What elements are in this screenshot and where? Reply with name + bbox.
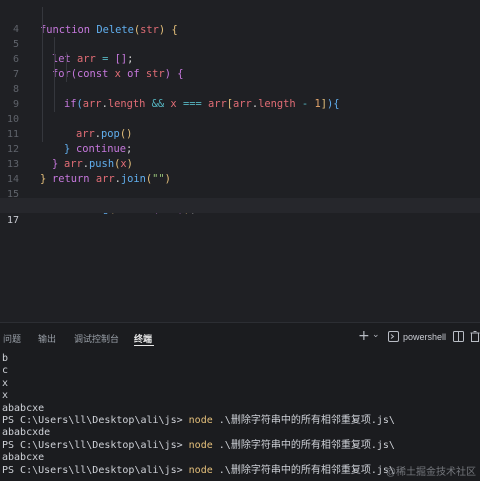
code-line[interactable]: 6 if(arr.length && x === arr[arr.length … bbox=[0, 37, 480, 110]
code-line[interactable]: 15 console.log(Delete(str)); bbox=[0, 172, 480, 215]
chevron-down-icon[interactable]: ⌄ bbox=[372, 330, 380, 340]
split-icon[interactable] bbox=[453, 331, 464, 342]
terminal-command-line: PS C:\Users\ll\Desktop\ali\js> node .\删除… bbox=[2, 414, 395, 426]
trash-icon[interactable] bbox=[470, 331, 480, 342]
code-editor[interactable]: function Delete(str) { 4 let arr = []; 5… bbox=[0, 0, 480, 322]
code-line[interactable]: 5 for(const x of str) { bbox=[0, 22, 480, 80]
code-line[interactable]: 4 let arr = []; bbox=[0, 7, 480, 65]
terminal-line: x bbox=[2, 377, 9, 389]
line-number: 17 bbox=[6, 215, 19, 226]
tab-problems[interactable]: 问题 bbox=[3, 332, 21, 345]
terminal-line: ababcxe bbox=[2, 402, 45, 414]
terminal-line: ababcxde bbox=[2, 427, 51, 439]
code-line-current[interactable]: 17 bbox=[0, 198, 480, 226]
plus-icon[interactable]: + bbox=[358, 328, 370, 344]
terminal-line: c bbox=[2, 365, 9, 377]
shell-name[interactable]: powershell bbox=[403, 332, 446, 342]
code-line[interactable]: 9 } bbox=[0, 82, 480, 155]
code-line[interactable]: 7 arr.pop() bbox=[0, 52, 480, 140]
panel-tabs: 问题 输出 调试控制台 终端 + ⌄ powershell bbox=[0, 323, 480, 351]
active-tab-indicator bbox=[134, 345, 154, 346]
code-line[interactable]: 11 } bbox=[0, 112, 480, 170]
terminal-line: x bbox=[2, 390, 9, 402]
tab-debug-console[interactable]: 调试控制台 bbox=[74, 332, 119, 345]
terminal-icon bbox=[388, 331, 399, 342]
code-line[interactable]: 10 arr.push(x) bbox=[0, 97, 480, 170]
terminal-command-line: PS C:\Users\ll\Desktop\ali\js> node .\删除… bbox=[2, 439, 395, 451]
terminal-line: b bbox=[2, 353, 9, 364]
code-line[interactable]: 13 } bbox=[0, 142, 480, 185]
tab-output[interactable]: 输出 bbox=[38, 332, 56, 345]
code-line[interactable]: 8 continue; bbox=[0, 67, 480, 155]
terminal-output[interactable]: b c x x ababcxe PS C:\Users\ll\Desktop\a… bbox=[2, 353, 478, 477]
code-line[interactable]: 14 bbox=[0, 157, 480, 185]
watermark: @稀土掘金技术社区 bbox=[385, 467, 476, 478]
bottom-panel: 问题 输出 调试控制台 终端 + ⌄ powershell b c x x ab… bbox=[0, 322, 480, 481]
tab-terminal[interactable]: 终端 bbox=[134, 332, 152, 345]
code-line[interactable]: 12 return arr.join("") bbox=[0, 127, 480, 185]
